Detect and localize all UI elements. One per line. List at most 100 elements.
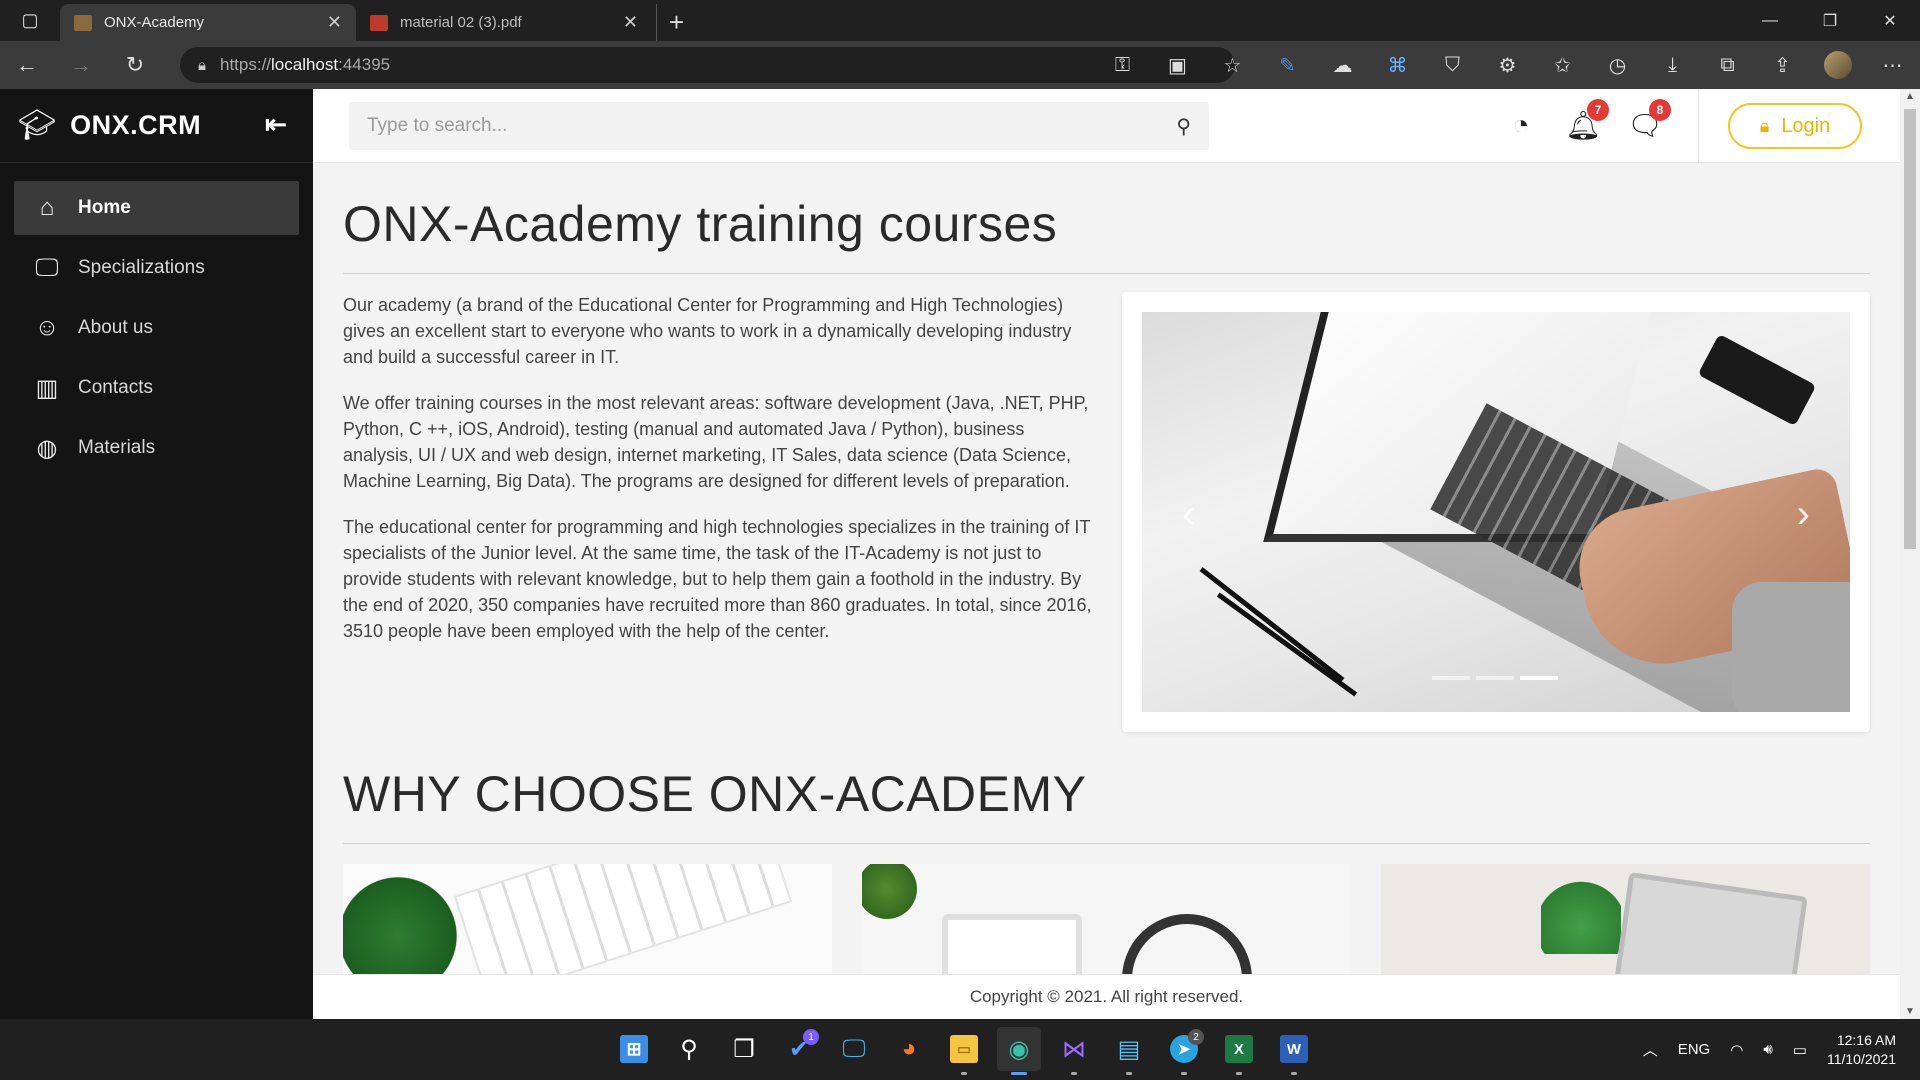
divider — [1698, 89, 1699, 163]
messages-icon[interactable]: 🗨︎ 8 — [1627, 99, 1671, 145]
sidebar-item-label: Contacts — [78, 377, 153, 398]
onx-favicon-icon — [74, 14, 92, 31]
theme-palette-icon[interactable]: ◔ — [1505, 105, 1537, 145]
forward-icon[interactable]: → — [54, 41, 108, 89]
notifications-bell-icon[interactable]: 🔔︎ 7 — [1565, 99, 1609, 145]
scrollbar-thumb[interactable] — [1904, 109, 1916, 549]
cloud-icon[interactable]: ☁ — [1315, 53, 1370, 78]
carousel-indicator[interactable] — [1476, 676, 1514, 680]
timer-app-icon[interactable]: ◕ — [887, 1027, 931, 1071]
edge-icon[interactable]: ◉ — [997, 1027, 1041, 1075]
clock[interactable]: 12:16 AM 11/10/2021 — [1827, 1031, 1896, 1069]
running-indicator — [1071, 1072, 1077, 1075]
succulent-image — [343, 864, 463, 984]
battery-icon[interactable]: ▭ — [1793, 1041, 1807, 1059]
sidebar-menu: ⌂ Home 🖵︎ Specializations ☺ About us ▥ C… — [0, 163, 313, 475]
read-aloud-icon[interactable]: ▣ — [1150, 53, 1205, 78]
sidebar-item-specializations[interactable]: 🖵︎ Specializations — [14, 241, 299, 295]
sidebar: 🎓︎ ONX.CRM ⇤ ⌂ Home 🖵︎ Specializations ☺… — [0, 89, 313, 1019]
volume-icon[interactable]: 🔊︎ — [1763, 1041, 1772, 1058]
close-window-icon[interactable]: ✕ — [1860, 0, 1920, 41]
favorites-icon[interactable]: ✩ — [1535, 53, 1590, 78]
taskbar: ⊞ ⚲ ❐ ✔ 1 🖵︎ ◕ ▭ ◉ ⋈ ▤ ➤ 2 X W ︿ ENG ◠ 🔊… — [0, 1019, 1920, 1080]
carousel-indicator[interactable] — [1432, 676, 1470, 680]
wifi-icon[interactable]: ◠ — [1730, 1041, 1743, 1059]
url-host: localhost — [271, 55, 339, 74]
tray-chevron-icon[interactable]: ︿ — [1643, 1039, 1658, 1060]
running-indicator — [1181, 1072, 1187, 1075]
word-icon[interactable]: W — [1272, 1027, 1316, 1075]
tab-title: ONX-Academy — [104, 14, 205, 31]
tab-pdf[interactable]: material 02 (3).pdf ✕ — [356, 4, 652, 41]
smiley-icon: ☺ — [34, 314, 60, 341]
new-tab-button[interactable]: + — [656, 4, 696, 41]
web-page: 🎓︎ ONX.CRM ⇤ ⌂ Home 🖵︎ Specializations ☺… — [0, 89, 1920, 1019]
language-indicator[interactable]: ENG — [1678, 1041, 1711, 1058]
download-icon[interactable]: ⤓ — [1645, 54, 1700, 77]
extensions-icon[interactable]: ⚙ — [1480, 53, 1535, 78]
intro-text: Our academy (a brand of the Educational … — [343, 292, 1092, 732]
url-scheme: https:// — [219, 55, 272, 74]
sidebar-item-contacts[interactable]: ▥ Contacts — [14, 361, 299, 415]
more-icon[interactable]: ⋯ — [1865, 53, 1920, 78]
start-icon[interactable]: ⊞ — [612, 1027, 656, 1071]
url-port: :44395 — [338, 55, 391, 74]
refresh-icon[interactable]: ↻ — [108, 41, 162, 89]
login-button[interactable]: 🔒︎ Login — [1728, 103, 1862, 149]
tab-actions-icon[interactable]: ▢ — [0, 0, 60, 41]
key-icon[interactable]: ⚿ — [1095, 54, 1150, 77]
running-indicator — [1126, 1072, 1132, 1075]
taskbar-apps: ⊞ ⚲ ❐ ✔ 1 🖵︎ ◕ ▭ ◉ ⋈ ▤ ➤ 2 X W — [612, 1027, 1316, 1075]
sidebar-item-label: Materials — [78, 437, 156, 458]
collections-icon[interactable]: ⧉ — [1700, 54, 1755, 77]
sidebar-item-home[interactable]: ⌂ Home — [14, 181, 299, 235]
back-icon[interactable]: ← — [0, 41, 54, 89]
minimize-icon[interactable]: — — [1740, 0, 1800, 41]
search-icon[interactable]: ⚲ — [667, 1027, 711, 1071]
plant-image — [862, 864, 922, 924]
history-icon[interactable]: ◷ — [1590, 53, 1645, 78]
restore-icon[interactable]: ❐ — [1800, 0, 1860, 41]
scroll-down-icon[interactable]: ▼ — [1904, 1006, 1916, 1017]
scroll-up-icon[interactable]: ▲ — [1904, 91, 1916, 102]
graduation-cap-icon: 🎓︎ — [18, 109, 57, 142]
visual-studio-icon[interactable]: ⋈ — [1052, 1027, 1096, 1075]
running-indicator — [1236, 1072, 1242, 1075]
tab-onx-academy[interactable]: ONX-Academy ✕ — [60, 4, 356, 41]
running-indicator — [1291, 1072, 1297, 1075]
url-field[interactable]: 🔒︎ https://localhost:44395 — [180, 47, 1235, 83]
profile-avatar[interactable] — [1810, 51, 1865, 79]
carousel-prev-icon[interactable]: ‹ — [1182, 492, 1195, 537]
footer: Copyright © 2021. All right reserved. — [313, 974, 1900, 1019]
task-view-icon[interactable]: ❐ — [722, 1027, 766, 1071]
sidebar-item-materials[interactable]: ◍ Materials — [14, 421, 299, 475]
sidebar-item-about-us[interactable]: ☺ About us — [14, 301, 299, 355]
running-indicator — [961, 1072, 967, 1075]
notepad-icon[interactable]: ▤ — [1107, 1027, 1151, 1075]
close-tab-icon[interactable]: ✕ — [623, 12, 638, 33]
carousel-indicator-active[interactable] — [1520, 676, 1558, 680]
notifications-badge: 7 — [1587, 99, 1609, 121]
pen-extension-icon[interactable]: ✎ — [1260, 53, 1315, 78]
excel-icon[interactable]: X — [1217, 1027, 1261, 1075]
file-explorer-icon[interactable]: ▭ — [942, 1027, 986, 1075]
search-icon[interactable]: ⚲ — [1176, 114, 1191, 139]
map-icon: ▥ — [35, 374, 59, 402]
telegram-icon[interactable]: ➤ 2 — [1162, 1027, 1206, 1075]
remote-desktop-icon[interactable]: 🖵︎ — [832, 1027, 876, 1071]
keyboard-image — [453, 864, 793, 984]
plant-image — [1541, 864, 1621, 954]
todo-icon[interactable]: ✔ 1 — [777, 1027, 821, 1071]
collapse-sidebar-icon[interactable]: ⇤ — [265, 109, 287, 140]
intro-paragraph: We offer training courses in the most re… — [343, 393, 1089, 491]
carousel-next-icon[interactable]: › — [1797, 492, 1810, 537]
telegram-badge: 2 — [1188, 1029, 1204, 1045]
palette-icon: ◍ — [36, 434, 58, 462]
favorite-add-icon[interactable]: ☆ — [1205, 53, 1260, 78]
page-scrollbar[interactable]: ▲ ▼ — [1900, 89, 1920, 1019]
share-icon[interactable]: ⇪ — [1755, 53, 1810, 78]
shield-icon[interactable]: ⛉ — [1425, 54, 1480, 77]
translate-icon[interactable]: ⌘ — [1370, 53, 1425, 78]
search-input[interactable] — [367, 115, 1177, 137]
close-tab-icon[interactable]: ✕ — [327, 12, 342, 33]
